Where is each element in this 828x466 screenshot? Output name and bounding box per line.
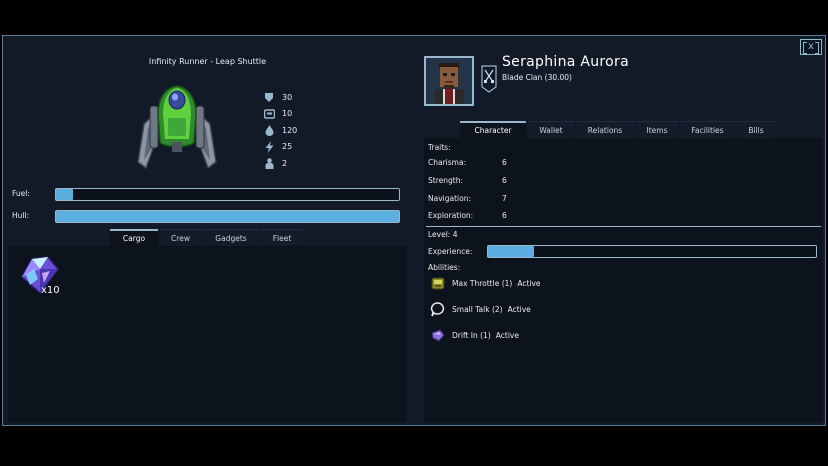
stat-shield: 30	[263, 89, 297, 106]
speech-icon	[430, 302, 445, 317]
tab-gadgets[interactable]: Gadgets	[203, 229, 259, 246]
level-label: Level: 4	[428, 230, 458, 239]
trait-value: 6	[502, 211, 507, 220]
section-divider	[426, 226, 821, 227]
trait-label: Charisma:	[428, 158, 467, 167]
experience-bar-fill	[488, 246, 534, 257]
fuel-bar-fill	[56, 189, 74, 200]
tab-character[interactable]: Character	[460, 121, 526, 138]
character-clan: Blade Clan (30.00)	[502, 73, 572, 82]
drift-icon	[431, 329, 445, 342]
close-button[interactable]: x	[800, 39, 822, 55]
tab-wallet[interactable]: Wallet	[528, 121, 574, 138]
hull-bar	[55, 210, 400, 223]
ability-small-talk[interactable]: Small Talk (2) Active	[430, 301, 531, 317]
stat-fuel: 120	[263, 122, 297, 139]
cargo-item-count: x10	[41, 285, 60, 296]
ship-title: Infinity Runner - Leap Shuttle	[148, 57, 267, 66]
cargo-panel	[8, 246, 406, 422]
stat-cargo: 10	[263, 106, 297, 123]
tab-cargo[interactable]: Cargo	[110, 229, 158, 246]
trait-value: 6	[502, 158, 507, 167]
hull-bar-fill	[56, 211, 399, 222]
character-portrait	[424, 56, 474, 106]
ability-drift-in[interactable]: Drift In (1) Active	[430, 327, 519, 343]
fuel-bar	[55, 188, 400, 201]
ability-max-throttle[interactable]: Max Throttle (1) Active	[430, 275, 541, 291]
tab-fleet[interactable]: Fleet	[261, 229, 303, 246]
fuel-drop-icon	[263, 124, 275, 136]
close-icon: x	[808, 41, 814, 52]
blade-clan-icon	[481, 65, 497, 93]
tab-facilities[interactable]: Facilities	[680, 121, 735, 138]
experience-label: Experience:	[428, 247, 473, 256]
traits-heading: Traits:	[428, 143, 451, 152]
lightning-icon	[263, 140, 275, 153]
abilities-heading: Abilities:	[428, 263, 461, 272]
tab-items[interactable]: Items	[636, 121, 678, 138]
trait-value: 7	[502, 194, 507, 203]
fuel-label: Fuel:	[12, 189, 30, 198]
trait-value: 6	[502, 176, 507, 185]
experience-bar	[487, 245, 817, 258]
trait-label: Navigation:	[428, 194, 471, 203]
hull-label: Hull:	[12, 211, 30, 220]
bottom-letterbox	[0, 427, 828, 466]
character-tabs: Character Wallet Relations Items Facilit…	[460, 121, 775, 138]
tab-crew[interactable]: Crew	[160, 229, 201, 246]
stat-power: 25	[263, 139, 297, 156]
tab-relations[interactable]: Relations	[576, 121, 634, 138]
character-name: Seraphina Aurora	[502, 54, 629, 70]
throttle-icon	[431, 277, 445, 290]
trait-label: Strength:	[428, 176, 463, 185]
ship-stats: 30 10 120 25 2	[263, 89, 297, 172]
stat-crew: 2	[263, 155, 297, 172]
shield-icon	[263, 91, 275, 103]
avatar	[426, 58, 472, 104]
cargo-crate-icon	[263, 108, 275, 120]
tab-bills[interactable]: Bills	[737, 121, 775, 138]
ship-tabs: Cargo Crew Gadgets Fleet	[110, 229, 303, 246]
trait-label: Exploration:	[428, 211, 474, 220]
crew-person-icon	[263, 157, 275, 169]
shuttle-ship-icon	[137, 85, 217, 170]
